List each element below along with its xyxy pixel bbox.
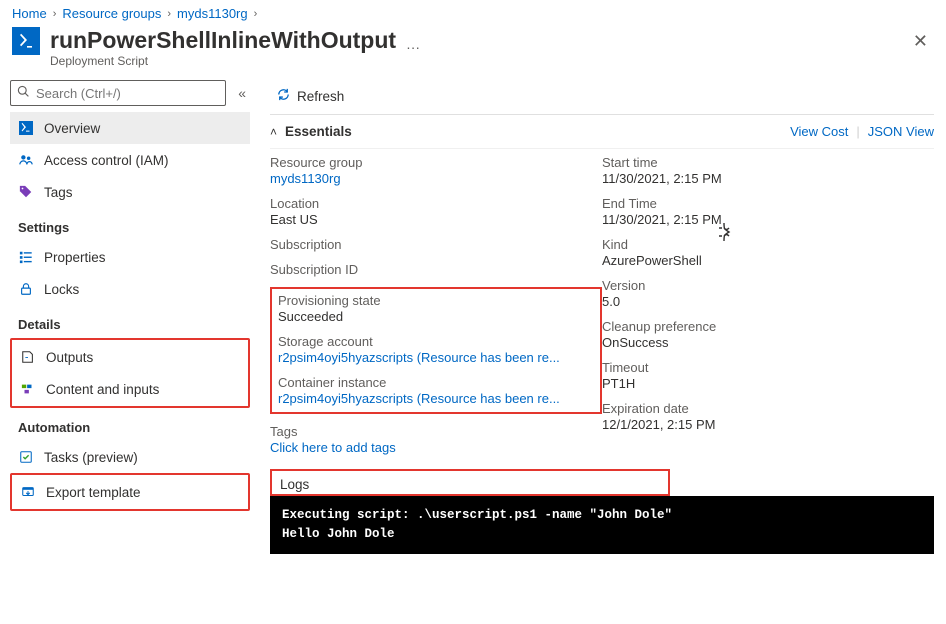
sidebar-item-content-and-inputs[interactable]: Content and inputs <box>12 373 248 405</box>
value-end-time: 11/30/2021, 2:15 PM <box>602 212 934 227</box>
sidebar-item-overview[interactable]: Overview <box>10 112 250 144</box>
divider: | <box>856 124 859 139</box>
value-provisioning-state: Succeeded <box>278 309 594 324</box>
label-cleanup: Cleanup preference <box>602 319 934 334</box>
page-title: runPowerShellInlineWithOutput <box>50 27 396 54</box>
provisioning-box: Provisioning state Succeeded Storage acc… <box>270 287 602 414</box>
refresh-label: Refresh <box>297 89 344 104</box>
sidebar-item-tasks[interactable]: Tasks (preview) <box>10 441 250 473</box>
chevron-right-icon: › <box>254 8 258 20</box>
main-content: Refresh ˄ Essentials View Cost | JSON Vi… <box>258 76 946 620</box>
essentials-label: Essentials <box>285 124 352 139</box>
sidebar-group-details: Details <box>10 305 250 338</box>
breadcrumb-item-resource-groups[interactable]: Resource groups <box>62 6 161 21</box>
close-icon[interactable]: ✕ <box>907 27 934 56</box>
sidebar-item-label: Outputs <box>46 350 93 365</box>
breadcrumb: Home › Resource groups › myds1130rg › <box>0 0 946 23</box>
label-start-time: Start time <box>602 155 934 170</box>
toolbar: Refresh <box>270 78 934 114</box>
value-expiration: 12/1/2021, 2:15 PM <box>602 417 934 432</box>
people-icon <box>18 152 34 168</box>
value-kind: AzurePowerShell <box>602 253 934 268</box>
chevron-right-icon: › <box>167 8 171 20</box>
label-subscription-id: Subscription ID <box>270 262 602 277</box>
value-container-instance[interactable]: r2psim4oyi5hyazscripts (Resource has bee… <box>278 391 578 406</box>
label-timeout: Timeout <box>602 360 934 375</box>
label-tags: Tags <box>270 424 602 439</box>
sidebar-group-settings: Settings <box>10 208 250 241</box>
breadcrumb-item-home[interactable]: Home <box>12 6 47 21</box>
tag-icon <box>18 184 34 200</box>
chevron-right-icon: › <box>53 8 57 20</box>
sidebar-item-label: Overview <box>44 121 100 136</box>
page-subtitle: Deployment Script <box>50 54 396 68</box>
sidebar-item-label: Properties <box>44 250 106 265</box>
inputs-icon <box>20 381 36 397</box>
lock-icon <box>18 281 34 297</box>
value-resource-group[interactable]: myds1130rg <box>270 171 602 186</box>
sidebar-item-label: Tags <box>44 185 73 200</box>
json-view-link[interactable]: JSON View <box>868 124 934 139</box>
sidebar-item-label: Content and inputs <box>46 382 159 397</box>
script-icon <box>12 27 40 55</box>
view-cost-link[interactable]: View Cost <box>790 124 848 139</box>
script-small-icon <box>18 120 34 136</box>
sidebar-item-label: Export template <box>46 485 141 500</box>
value-start-time: 11/30/2021, 2:15 PM <box>602 171 934 186</box>
sidebar-item-tags[interactable]: Tags <box>10 176 250 208</box>
label-resource-group: Resource group <box>270 155 602 170</box>
sidebar-item-properties[interactable]: Properties <box>10 241 250 273</box>
properties-icon <box>18 249 34 265</box>
label-subscription: Subscription <box>270 237 602 252</box>
label-provisioning-state: Provisioning state <box>278 293 594 308</box>
value-cleanup: OnSuccess <box>602 335 934 350</box>
sidebar-group-automation: Automation <box>10 408 250 441</box>
label-end-time: End Time <box>602 196 934 211</box>
essentials-header[interactable]: ˄ Essentials View Cost | JSON View <box>270 115 934 149</box>
label-kind: Kind <box>602 237 934 252</box>
search-icon <box>17 85 30 101</box>
refresh-button[interactable]: Refresh <box>270 83 350 109</box>
export-template-icon <box>20 484 36 500</box>
add-tags-link[interactable]: Click here to add tags <box>270 440 602 455</box>
logs-terminal: Executing script: .\userscript.ps1 -name… <box>270 496 934 554</box>
chevron-up-icon: ˄ <box>270 125 277 139</box>
collapse-sidebar-icon[interactable]: « <box>234 81 250 105</box>
tasks-icon <box>18 449 34 465</box>
page-header: runPowerShellInlineWithOutput Deployment… <box>0 23 946 76</box>
outputs-icon <box>20 349 36 365</box>
value-timeout: PT1H <box>602 376 934 391</box>
label-expiration: Expiration date <box>602 401 934 416</box>
value-storage-account[interactable]: r2psim4oyi5hyazscripts (Resource has bee… <box>278 350 578 365</box>
logs-title: Logs <box>272 471 668 494</box>
sidebar-item-export-template[interactable]: Export template <box>12 476 248 508</box>
title-block: runPowerShellInlineWithOutput Deployment… <box>50 27 396 68</box>
sidebar-item-label: Access control (IAM) <box>44 153 169 168</box>
sidebar-item-outputs[interactable]: Outputs <box>12 341 248 373</box>
value-location: East US <box>270 212 602 227</box>
label-container-instance: Container instance <box>278 375 594 390</box>
value-version: 5.0 <box>602 294 934 309</box>
sidebar-item-access-control[interactable]: Access control (IAM) <box>10 144 250 176</box>
sidebar: « Overview Access control (IAM) Tags Set… <box>0 76 258 620</box>
label-location: Location <box>270 196 602 211</box>
sidebar-item-label: Tasks (preview) <box>44 450 138 465</box>
search-box[interactable] <box>10 80 226 106</box>
label-storage-account: Storage account <box>278 334 594 349</box>
sidebar-item-locks[interactable]: Locks <box>10 273 250 305</box>
sidebar-item-label: Locks <box>44 282 79 297</box>
breadcrumb-item-rg[interactable]: myds1130rg <box>177 6 248 21</box>
refresh-icon <box>276 87 291 105</box>
more-menu-icon[interactable]: ··· <box>406 39 420 55</box>
label-version: Version <box>602 278 934 293</box>
logs-box: Logs <box>270 469 670 496</box>
search-input[interactable] <box>36 86 219 101</box>
